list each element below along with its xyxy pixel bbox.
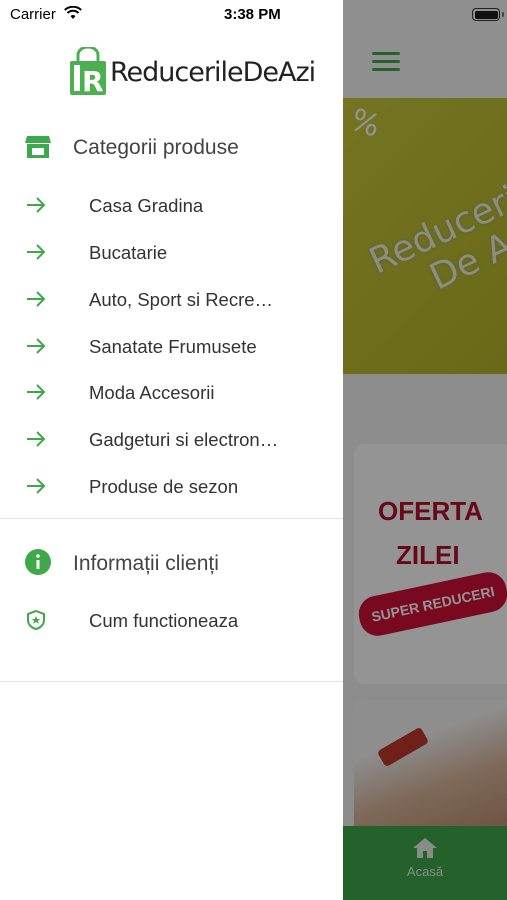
info-item-cum-functioneaza[interactable]: Cum functioneaza (0, 600, 343, 640)
svg-text:R: R (82, 65, 104, 97)
category-item-gadgeturi[interactable]: Gadgeturi si electronice (0, 419, 343, 459)
arrow-right-icon (27, 478, 46, 494)
clock: 3:38 PM (224, 6, 281, 23)
battery-icon (472, 8, 504, 21)
category-label: Bucatarie (89, 242, 168, 263)
wifi-icon (64, 6, 82, 19)
store-icon (25, 136, 51, 158)
app-logo: R ReducerileDeAzi (68, 46, 316, 98)
arrow-right-icon (27, 384, 46, 400)
category-item-sanatate-frumusete[interactable]: Sanatate Frumusete (0, 326, 343, 366)
shopping-bag-logo-icon: R (70, 47, 106, 97)
category-label: Auto, Sport si Recreere (89, 289, 279, 310)
categories-header-label: Categorii produse (73, 136, 239, 159)
category-item-moda-accesorii[interactable]: Moda Accesorii (0, 372, 343, 412)
info-header: Informații clienți (0, 542, 343, 582)
category-item-produse-sezon[interactable]: Produse de sezon (0, 466, 343, 506)
arrow-right-icon (27, 338, 46, 354)
info-header-label: Informații clienți (73, 552, 219, 575)
category-label: Moda Accesorii (89, 382, 215, 403)
arrow-right-icon (27, 291, 46, 307)
shield-star-icon (27, 609, 45, 631)
category-item-bucatarie[interactable]: Bucatarie (0, 232, 343, 272)
status-bar: Carrier 3:38 PM (0, 0, 507, 30)
category-item-auto-sport[interactable]: Auto, Sport si Recreere (0, 279, 343, 319)
category-item-casa-gradina[interactable]: Casa Gradina (0, 185, 343, 225)
info-icon (25, 549, 51, 575)
section-divider (0, 518, 343, 519)
carrier-label: Carrier (10, 6, 56, 23)
side-drawer: R ReducerileDeAzi Categorii produse Casa… (0, 0, 343, 900)
category-label: Sanatate Frumusete (89, 336, 257, 357)
logo-text: ReducerileDeAzi (110, 56, 316, 88)
section-divider (0, 681, 343, 682)
category-label: Gadgeturi si electronice (89, 429, 279, 450)
categories-header: Categorii produse (0, 126, 343, 166)
category-label: Casa Gradina (89, 195, 204, 216)
info-item-label: Cum functioneaza (89, 610, 239, 631)
category-label: Produse de sezon (89, 476, 239, 497)
arrow-right-icon (27, 197, 46, 213)
arrow-right-icon (27, 244, 46, 260)
arrow-right-icon (27, 431, 46, 447)
